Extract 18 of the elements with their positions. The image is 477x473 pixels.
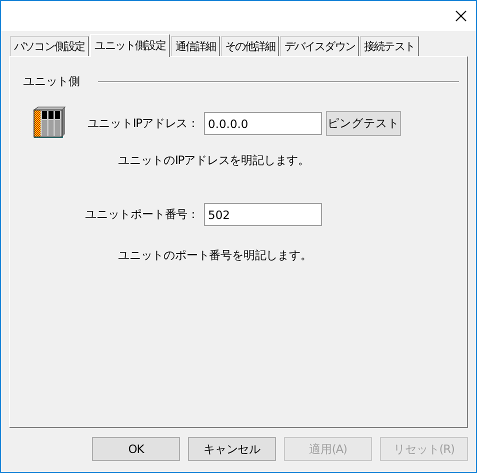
tab[interactable]: 通信詳細 [171,36,220,56]
ping-test-button[interactable]: ピングテスト [326,111,401,136]
field-label: ユニットポート番号： [84,207,200,222]
dialog-button[interactable]: OK [92,437,180,461]
close-icon[interactable] [455,10,467,22]
rack-unit-icon [33,106,66,138]
tab[interactable]: 接続テスト [360,36,419,56]
tab[interactable]: ユニット側設定 [90,34,170,57]
tab[interactable]: デバイスダウン [280,36,360,56]
field-label: ユニットIPアドレス： [86,116,200,131]
input-field[interactable]: 502 [204,203,322,226]
input-field[interactable]: 0.0.0.0 [204,112,322,135]
description-text: ユニットのIPアドレスを明記します。 [118,153,311,168]
dialog-button[interactable]: キャンセル [188,437,276,461]
group-title: ユニット側 [23,74,82,89]
tab[interactable]: パソコン側設定 [10,36,89,56]
tab[interactable]: その他詳細 [220,36,280,56]
description-text: ユニットのポート番号を明記します。 [118,248,313,263]
